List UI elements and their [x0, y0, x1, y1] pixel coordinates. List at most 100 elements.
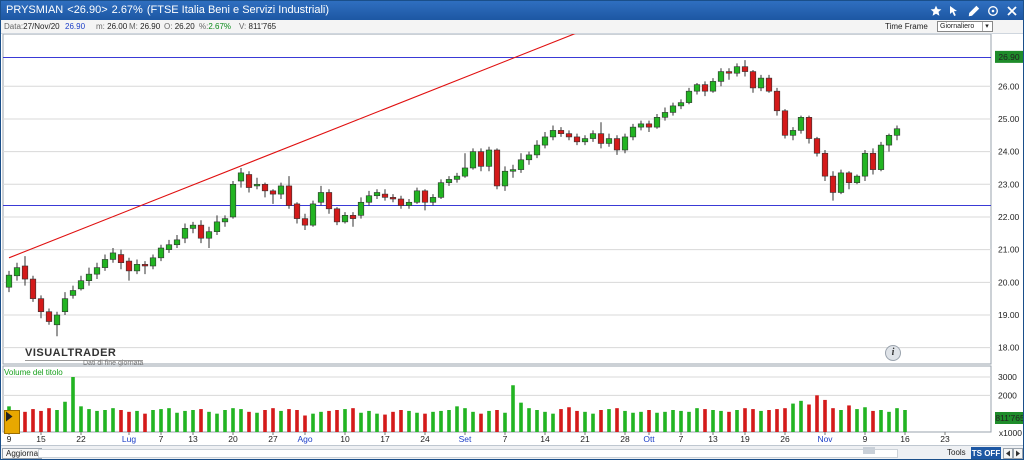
volume-bar — [207, 411, 211, 432]
candle-body — [61, 298, 69, 313]
volume-bar — [695, 408, 699, 432]
candle-body — [853, 175, 861, 183]
candle-body — [765, 77, 773, 92]
candle-body — [301, 218, 309, 226]
scroll-left-button[interactable] — [1003, 448, 1013, 459]
window-title: PRYSMIAN <26.90> 2.67% (FTSE Italia Beni e … — [6, 4, 333, 16]
volume-bar — [887, 411, 891, 432]
price-tick-label: 21.00 — [998, 245, 1020, 255]
date-label: 23 — [940, 434, 950, 444]
volume-bar — [671, 410, 675, 432]
chevron-right-icon — [1016, 450, 1020, 457]
price-tick-label: 20.00 — [998, 277, 1020, 287]
date-label: Lug — [122, 434, 136, 444]
play-button[interactable] — [4, 410, 20, 434]
candle-body — [677, 102, 685, 107]
tools-button[interactable]: Tools — [944, 448, 969, 459]
scroll-right-button[interactable] — [1013, 448, 1023, 459]
candle-body — [885, 134, 893, 146]
timeframe-label: Time Frame — [885, 22, 928, 31]
pencil-icon[interactable] — [964, 1, 983, 20]
candle — [781, 109, 789, 139]
volume-bar — [199, 409, 203, 432]
quote-row: Data:27/Nov/20 26.90 m: 26.00 M: 26.90 O… — [1, 20, 1023, 34]
price-tick-label: 24.00 — [998, 147, 1020, 157]
chart-area[interactable]: 26.00 25.00 24.00 23.00 22.00 21.00 20.00 19.00… — [1, 34, 1024, 445]
volume-bar — [167, 408, 171, 432]
candle-body — [245, 174, 253, 188]
volume-bar — [599, 410, 603, 432]
candle-body — [629, 126, 637, 138]
candle-body — [653, 117, 661, 128]
star-icon[interactable] — [926, 1, 945, 20]
candle-body — [253, 183, 261, 187]
candle-body — [581, 138, 589, 143]
quote-volume-label: V: — [239, 22, 247, 31]
info-button[interactable]: i — [885, 345, 901, 361]
date-label: 9 — [863, 434, 868, 444]
candle-body — [45, 311, 53, 322]
refresh-button[interactable]: Aggiorna — [2, 448, 43, 459]
volume-bar — [23, 411, 27, 432]
candle-body — [573, 136, 581, 143]
candle-body — [845, 172, 853, 183]
quote-min: m: 26.00 — [96, 22, 127, 31]
candle-body — [597, 133, 605, 144]
candle-body — [5, 274, 13, 288]
volume-bar — [591, 413, 595, 432]
scroll-thumb[interactable] — [863, 447, 875, 454]
time-scrollbar[interactable] — [38, 449, 898, 458]
volume-bar — [447, 410, 451, 432]
volume-bar — [463, 408, 467, 432]
candle — [821, 149, 829, 182]
chart-canvas[interactable]: 26.00 25.00 24.00 23.00 22.00 21.00 20.00 19.00… — [1, 34, 1024, 445]
candle-body — [309, 203, 317, 226]
price-badge: <26.90> — [67, 4, 108, 16]
volume-bar — [487, 410, 491, 432]
candle-body — [437, 182, 445, 198]
candle-body — [349, 215, 357, 219]
volume-bar — [895, 408, 899, 432]
volume-bar — [255, 412, 259, 432]
candle-body — [485, 149, 493, 167]
candle-body — [69, 290, 77, 296]
volume-bar — [663, 411, 667, 432]
volume-bar — [719, 410, 723, 432]
ts-off-button[interactable]: TS OFF — [971, 447, 1001, 459]
timeframe-select[interactable]: Giornaliero ▾ — [937, 21, 993, 32]
quote-pct: %:2.67% — [199, 22, 231, 31]
volume-bar — [327, 410, 331, 432]
volume-bar — [807, 404, 811, 432]
date-label: 13 — [188, 434, 198, 444]
volume-bar — [799, 400, 803, 432]
volume-bar — [71, 377, 75, 432]
candle-body — [733, 66, 741, 74]
candle-body — [613, 138, 621, 151]
candle-body — [549, 130, 557, 138]
candle-body — [189, 224, 197, 229]
candle-body — [341, 215, 349, 223]
volume-bar — [735, 410, 739, 432]
price-tick-label: 26.00 — [998, 81, 1020, 91]
candle-body — [213, 221, 221, 232]
quote-pct-value: 2.67% — [208, 22, 232, 31]
candle-body — [557, 130, 565, 134]
candle-body — [861, 152, 869, 177]
volume-bar — [95, 410, 99, 432]
crosshair-icon[interactable] — [983, 1, 1002, 20]
date-label: 14 — [540, 434, 550, 444]
candle-body — [637, 123, 645, 128]
candle-body — [461, 167, 469, 177]
close-icon[interactable] — [1002, 1, 1021, 20]
cursor-arrow-icon[interactable] — [945, 1, 964, 20]
candle-body — [749, 71, 757, 89]
price-tick-label: 25.00 — [998, 114, 1020, 124]
candle-body — [29, 278, 37, 299]
title-bar: PRYSMIAN <26.90> 2.67% (FTSE Italia Beni e … — [1, 1, 1023, 20]
candle-body — [325, 192, 333, 210]
candle-body — [269, 190, 277, 195]
quote-max-label: M: — [129, 22, 138, 31]
volume-bar — [871, 410, 875, 432]
volume-bar — [103, 410, 107, 432]
volume-bar — [559, 409, 563, 432]
